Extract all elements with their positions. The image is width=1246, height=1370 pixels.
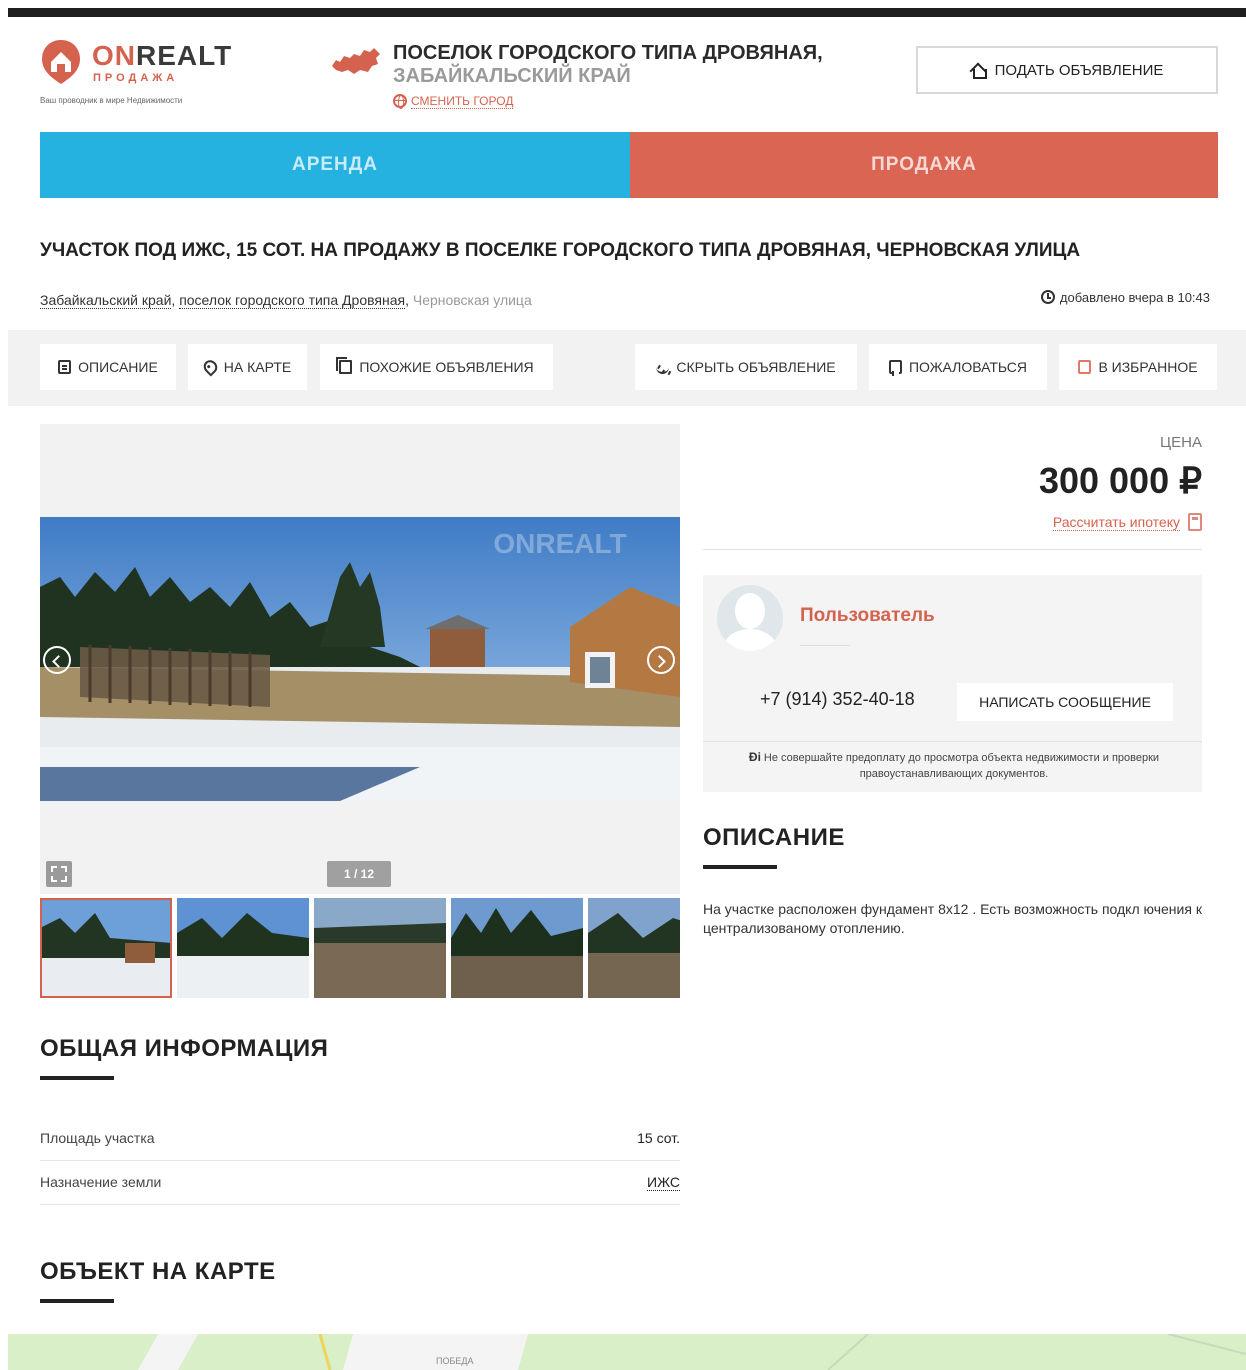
object-map[interactable]: ПОБЕДА xyxy=(8,1334,1246,1370)
divider xyxy=(800,645,850,646)
prepayment-warning: Ðі Не совершайте предоплату до просмотра … xyxy=(748,750,1160,780)
phone-number[interactable]: +7 (914) 352-40-18 xyxy=(760,689,915,710)
description-text: На участке расположен фундамент 8х12 . Е… xyxy=(703,901,1202,936)
clock-icon xyxy=(1040,290,1055,304)
similar-ads-button[interactable]: ПОХОЖИЕ ОБЪЯВЛЕНИЯ xyxy=(320,344,553,390)
next-photo-arrow-icon[interactable] xyxy=(647,646,675,674)
region-subtitle: ЗАБАЙКАЛЬСКИЙ КРАЙ xyxy=(393,65,631,87)
info-row-area: Площадь участка 15 сот. xyxy=(40,1117,680,1161)
divider xyxy=(703,549,1202,550)
price-value: 300 000 ₽ xyxy=(1038,460,1202,501)
top-bar xyxy=(8,8,1246,17)
logo-name: ONREALT xyxy=(92,40,233,71)
home-icon xyxy=(971,63,987,79)
breadcrumb-city[interactable]: поселок городского типа Дровяная xyxy=(179,292,406,309)
post-ad-button[interactable]: ПОДАТЬ ОБЪЯВЛЕНИЕ xyxy=(916,46,1218,94)
report-button[interactable]: ПОЖАЛОВАТЬСЯ xyxy=(869,344,1047,390)
info-row-land-purpose: Назначение земли ИЖС xyxy=(40,1161,680,1205)
globe-icon xyxy=(393,94,407,109)
heading-underline xyxy=(40,1299,114,1303)
mortgage-calc-link[interactable]: Рассчитать ипотеку xyxy=(1052,513,1202,531)
info-key: Назначение земли xyxy=(40,1174,162,1190)
info-icon: Ðі xyxy=(748,750,761,764)
map-heading: ОБЪЕКТ НА КАРТЕ xyxy=(40,1258,276,1285)
heading-underline xyxy=(703,865,777,869)
thumbs-up-icon xyxy=(1078,360,1092,374)
change-city-link[interactable]: СМЕНИТЬ ГОРОД xyxy=(393,94,514,109)
thumbnail[interactable] xyxy=(588,898,680,998)
divider xyxy=(703,741,1202,742)
added-time: добавлено вчера в 10:43 xyxy=(1040,290,1210,305)
price-label: ЦЕНА xyxy=(1160,434,1202,451)
fullscreen-icon[interactable] xyxy=(46,861,72,887)
main-photo[interactable]: ONREALT xyxy=(40,517,680,801)
tab-sale[interactable]: ПРОДАЖА xyxy=(630,132,1218,198)
chat-icon xyxy=(888,360,902,376)
map-street-label: ПОБЕДА xyxy=(436,1356,474,1366)
photo-thumbnails xyxy=(40,898,680,998)
heading-underline xyxy=(40,1076,114,1080)
breadcrumb-region[interactable]: Забайкальский край xyxy=(40,292,172,309)
region-block: ПОСЕЛОК ГОРОДСКОГО ТИПА ДРОВЯНАЯ, ЗАБАЙК… xyxy=(330,40,890,120)
seller-name[interactable]: Пользователь xyxy=(800,605,935,627)
region-title: ПОСЕЛОК ГОРОДСКОГО ТИПА ДРОВЯНАЯ, xyxy=(393,42,823,64)
favorite-button[interactable]: В ИЗБРАННОЕ xyxy=(1059,344,1217,390)
info-value: 15 сот. xyxy=(637,1130,680,1146)
thumbnail[interactable] xyxy=(40,898,172,998)
document-icon xyxy=(58,360,72,374)
closed-eye-icon xyxy=(656,360,670,374)
on-map-button[interactable]: НА КАРТЕ xyxy=(188,344,307,390)
action-bar: ОПИСАНИЕ НА КАРТЕ ПОХОЖИЕ ОБЪЯВЛЕНИЯ СКР… xyxy=(8,330,1246,406)
photo-gallery: ONREALT 1 / 12 xyxy=(40,424,680,894)
prev-photo-arrow-icon[interactable] xyxy=(43,646,71,674)
write-message-button[interactable]: НАПИСАТЬ СООБЩЕНИЕ xyxy=(957,683,1173,721)
hide-ad-button[interactable]: СКРЫТЬ ОБЪЯВЛЕНИЕ xyxy=(635,344,857,390)
photo-counter: 1 / 12 xyxy=(327,861,391,887)
site-logo[interactable]: ONREALT ПРОДАЖА Ваш проводник в мире Нед… xyxy=(40,38,280,108)
breadcrumb-street: Черновская улица xyxy=(412,292,532,308)
thumbnail[interactable] xyxy=(177,898,309,998)
general-info-heading: ОБЩАЯ ИНФОРМАЦИЯ xyxy=(40,1035,329,1062)
logo-subtitle: ПРОДАЖА xyxy=(93,72,179,84)
logo-tagline: Ваш проводник в мире Недвижимости xyxy=(40,96,183,105)
info-key: Площадь участка xyxy=(40,1130,155,1146)
avatar xyxy=(717,585,783,651)
logo-house-icon xyxy=(42,40,80,84)
map-roads xyxy=(138,1334,1246,1370)
tab-rent[interactable]: АРЕНДА xyxy=(40,132,630,198)
description-heading: ОПИСАНИЕ xyxy=(703,824,845,851)
russia-map-icon xyxy=(332,48,380,74)
description-button[interactable]: ОПИСАНИЕ xyxy=(40,344,176,390)
contact-card: Пользователь +7 (914) 352-40-18 НАПИСАТЬ… xyxy=(703,575,1202,792)
copy-icon xyxy=(336,357,353,374)
thumbnail[interactable] xyxy=(451,898,583,998)
info-value-link[interactable]: ИЖС xyxy=(647,1174,680,1191)
breadcrumb: Забайкальский край, поселок городского т… xyxy=(40,292,532,309)
map-pin-icon xyxy=(200,357,220,377)
photo-watermark: ONREALT xyxy=(493,528,626,559)
thumbnail[interactable] xyxy=(314,898,446,998)
listing-title: УЧАСТОК ПОД ИЖС, 15 СОТ. НА ПРОДАЖУ В ПО… xyxy=(40,240,1081,261)
calculator-icon xyxy=(1188,513,1202,531)
